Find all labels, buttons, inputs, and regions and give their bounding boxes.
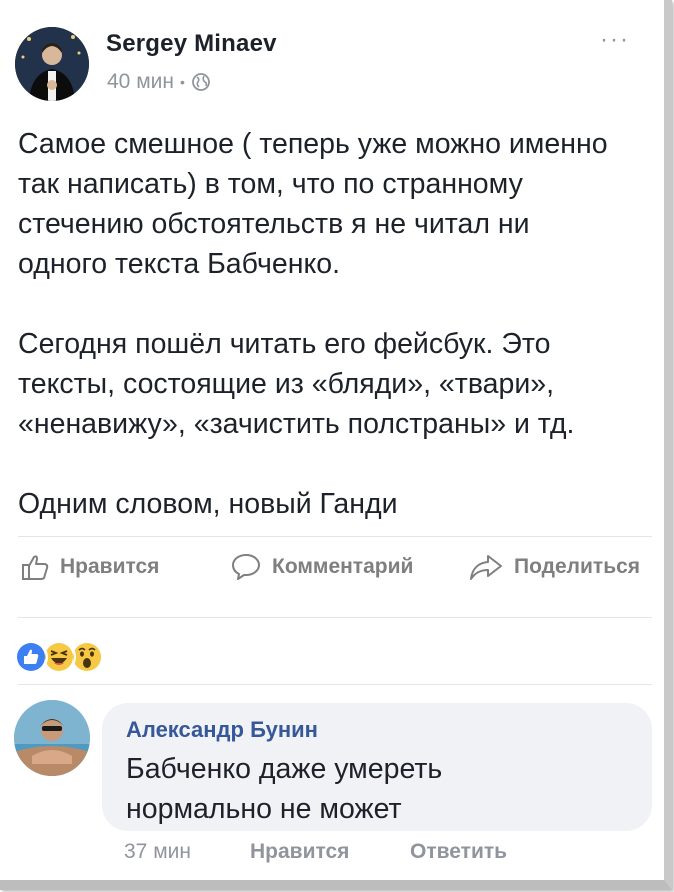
post-paragraph: Самое смешное ( теперь уже можно именно … bbox=[18, 128, 608, 280]
post-card: Sergey Minaev 40 мин • ··· Самое смешное… bbox=[0, 0, 672, 890]
commenter-name[interactable]: Александр Бунин bbox=[126, 717, 318, 743]
comment-bubble: Александр Бунин Бабченко даже умереть но… bbox=[102, 703, 652, 831]
meta-separator: • bbox=[179, 74, 185, 90]
divider bbox=[18, 684, 652, 685]
post-meta: 40 мин • bbox=[107, 70, 211, 94]
author-avatar-image bbox=[15, 27, 89, 101]
comment-time[interactable]: 37 мин bbox=[124, 840, 191, 864]
like-label: Нравится bbox=[60, 555, 160, 578]
author-name[interactable]: Sergey Minaev bbox=[106, 30, 277, 58]
like-reaction-icon bbox=[14, 640, 48, 674]
divider bbox=[18, 536, 652, 537]
post-paragraph: Одним словом, новый Ганди bbox=[18, 488, 398, 520]
share-label: Поделиться bbox=[514, 555, 641, 578]
divider bbox=[18, 617, 652, 618]
share-arrow-icon bbox=[470, 555, 502, 580]
comment-icon bbox=[232, 554, 260, 580]
comment-like-link[interactable]: Нравится bbox=[250, 840, 349, 864]
post-time[interactable]: 40 мин bbox=[107, 70, 174, 94]
commenter-avatar-image bbox=[14, 700, 90, 776]
comment-label: Комментарий bbox=[272, 555, 414, 578]
reactions-summary[interactable] bbox=[14, 640, 104, 674]
post-body: Самое смешное ( теперь уже можно именно … bbox=[18, 124, 658, 524]
commenter-avatar[interactable] bbox=[14, 700, 90, 776]
like-button[interactable]: Нравится bbox=[20, 552, 159, 582]
share-button[interactable]: Поделиться bbox=[468, 552, 640, 582]
comment-button[interactable]: Комментарий bbox=[230, 552, 413, 582]
comment-text: Бабченко даже умереть нормально не может bbox=[126, 753, 443, 825]
more-options-button[interactable]: ··· bbox=[600, 26, 630, 54]
comment-reply-link[interactable]: Ответить bbox=[410, 840, 507, 864]
thumbs-up-icon bbox=[22, 555, 49, 580]
globe-icon[interactable] bbox=[191, 72, 211, 92]
post-paragraph: Сегодня пошёл читать его фейсбук. Это те… bbox=[18, 328, 575, 440]
author-avatar[interactable] bbox=[15, 27, 89, 101]
action-bar: Нравится Комментарий Поделиться bbox=[0, 552, 664, 596]
